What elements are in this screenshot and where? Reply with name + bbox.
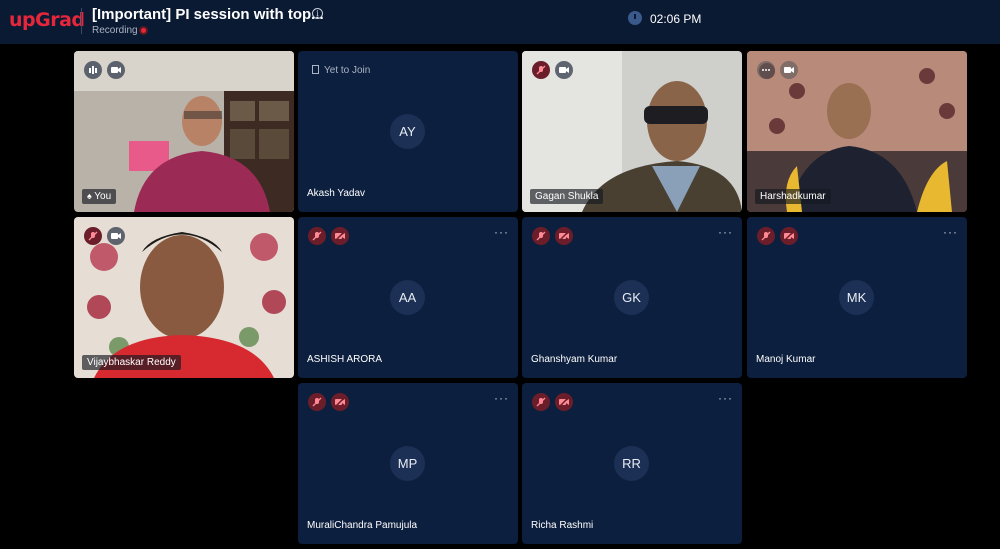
participant-tile-vijay[interactable]: Vijaybhaskar Reddy [74,217,294,378]
upgrad-logo: upGrad [9,9,85,31]
participant-name: Vijaybhaskar Reddy [82,355,181,370]
yet-to-join-status: Yet to Join [312,65,370,76]
mic-off-icon[interactable] [532,61,550,79]
camera-icon[interactable] [107,227,125,245]
video-feed [522,51,742,212]
avatar: AY [390,114,425,149]
audio-level-icon [84,61,102,79]
participant-tile-murali[interactable]: ··· MP MuraliChandra Pamujula [298,383,518,544]
avatar: MK [839,280,874,315]
camera-off-icon[interactable] [555,227,573,245]
mic-off-icon[interactable] [308,393,326,411]
header-divider [81,8,82,34]
participant-name: ♠ You [82,189,117,204]
video-feed [74,217,294,378]
recording-dot-icon [139,26,148,35]
avatar: GK [614,280,649,315]
mic-off-icon[interactable] [84,227,102,245]
participant-tile-harshad[interactable]: Harshadkumar [747,51,967,212]
participant-tile-you[interactable]: ♠ You [74,51,294,212]
participant-name: Manoj Kumar [756,354,816,365]
participant-tile-gagan[interactable]: Gagan Shukla [522,51,742,212]
participant-name: Harshadkumar [755,189,831,204]
info-icon[interactable]: i [312,8,323,19]
avatar: AA [390,280,425,315]
more-icon[interactable]: ··· [718,225,733,239]
camera-icon[interactable] [780,61,798,79]
mic-off-icon[interactable] [532,393,550,411]
mic-off-icon[interactable] [532,227,550,245]
door-icon [312,65,319,74]
participant-tile-richa[interactable]: ··· RR Richa Rashmi [522,383,742,544]
participant-name: Ghanshyam Kumar [531,354,618,365]
more-icon[interactable]: ··· [718,391,733,405]
avatar: MP [390,446,425,481]
recording-label: Recording [92,25,138,36]
audio-level-icon [757,61,775,79]
camera-icon[interactable] [107,61,125,79]
more-icon[interactable]: ··· [494,225,509,239]
participant-tile-ashish[interactable]: ··· AA ASHISH ARORA [298,217,518,378]
participant-name: ASHISH ARORA [307,354,383,365]
meeting-time: 02:06 PM [650,12,702,26]
camera-off-icon[interactable] [555,393,573,411]
participant-name: Richa Rashmi [531,520,594,531]
meeting-title: [Important] PI session with top... [92,6,324,23]
camera-off-icon[interactable] [331,393,349,411]
camera-off-icon[interactable] [780,227,798,245]
participant-name: MuraliChandra Pamujula [307,520,418,531]
video-feed [747,51,967,212]
mic-off-icon[interactable] [308,227,326,245]
more-icon[interactable]: ··· [943,225,958,239]
participant-tile-ghanshyam[interactable]: ··· GK Ghanshyam Kumar [522,217,742,378]
participant-tile-akash[interactable]: Yet to Join AY Akash Yadav [298,51,518,212]
top-bar: upGrad [Important] PI session with top..… [0,0,1000,44]
mic-off-icon[interactable] [757,227,775,245]
more-icon[interactable]: ··· [494,391,509,405]
camera-icon[interactable] [555,61,573,79]
participant-name: Gagan Shukla [530,189,604,204]
participant-tile-manoj[interactable]: ··· MK Manoj Kumar [747,217,967,378]
video-feed [74,51,294,212]
clock-icon [628,11,642,25]
avatar: RR [614,446,649,481]
participant-name: Akash Yadav [307,188,366,199]
camera-off-icon[interactable] [331,227,349,245]
